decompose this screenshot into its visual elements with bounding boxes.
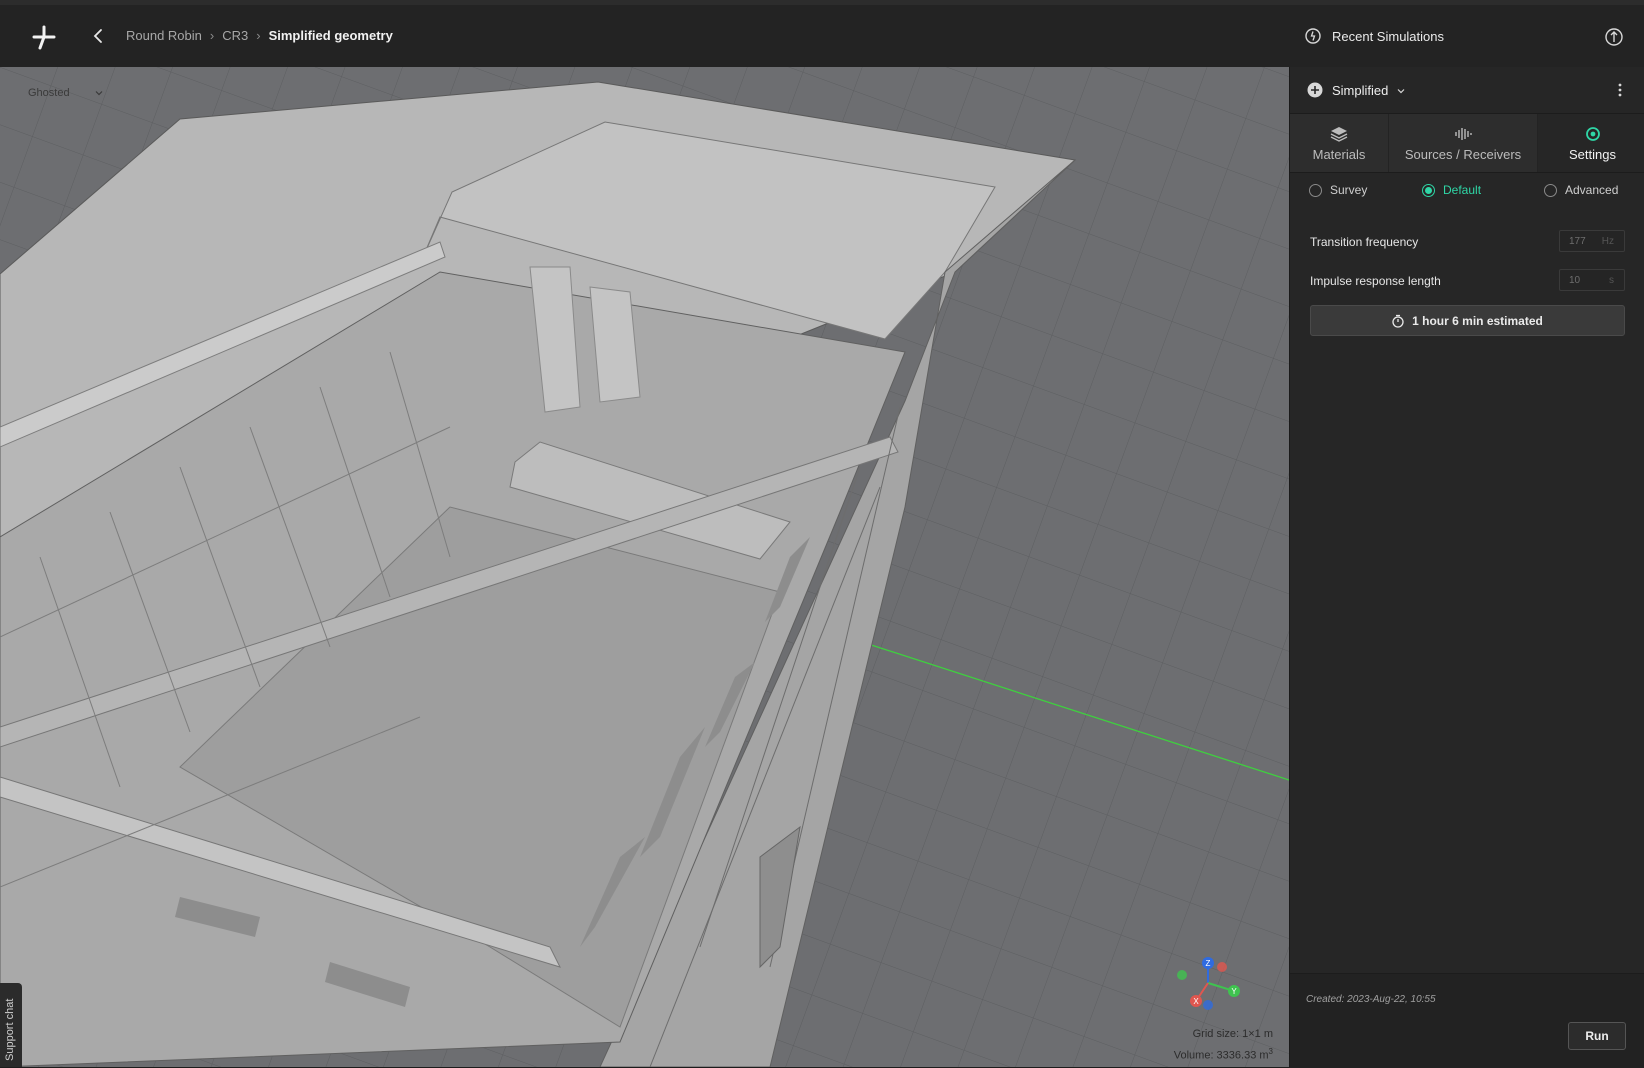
simulation-selector[interactable]: Simplified: [1332, 83, 1406, 98]
impulse-response-value: 10: [1569, 275, 1581, 286]
chevron-down-icon: [1397, 88, 1405, 93]
breadcrumb-separator: ›: [256, 28, 261, 43]
mode-advanced-label: Advanced: [1565, 183, 1619, 197]
transition-frequency-row: Transition frequency 177 Hz: [1310, 230, 1625, 254]
mode-survey-radio[interactable]: Survey: [1309, 183, 1367, 197]
render-mode-dropdown[interactable]: Ghosted: [28, 87, 104, 99]
tab-settings[interactable]: Settings: [1538, 114, 1644, 172]
grid-size-text: Grid size: 1×1 m: [1192, 1028, 1273, 1040]
axis-z-label: Z: [1206, 959, 1211, 968]
back-arrow-icon[interactable]: [88, 25, 110, 47]
panel-footer: Created: 2023-Aug-22, 10:55 Run: [1290, 973, 1644, 1068]
transition-frequency-input[interactable]: 177 Hz: [1559, 230, 1625, 252]
created-timestamp: Created: 2023-Aug-22, 10:55: [1306, 994, 1436, 1005]
axis-y-label: Y: [1231, 987, 1237, 996]
stopwatch-icon: [1392, 314, 1404, 328]
tab-sources-receivers[interactable]: Sources / Receivers: [1389, 114, 1538, 172]
add-simulation-icon[interactable]: [1307, 82, 1323, 98]
volume-text: Volume: 3336.33 m3: [1173, 1047, 1273, 1062]
app-logo-icon[interactable]: [30, 23, 58, 51]
mode-survey-label: Survey: [1330, 183, 1368, 197]
top-bar: Round Robin › CR3 › Simplified geometry …: [0, 5, 1644, 68]
simulation-name: Simplified: [1332, 83, 1389, 98]
impulse-response-label: Impulse response length: [1310, 274, 1441, 288]
chevron-down-icon: [95, 91, 103, 96]
history-icon: [1305, 28, 1321, 44]
breadcrumb-current: Simplified geometry: [268, 28, 393, 43]
simulation-tabs: Materials Sources / Receivers Settings: [1290, 114, 1644, 173]
recent-simulations-label: Recent Simulations: [1332, 28, 1444, 44]
recent-simulations-button[interactable]: Recent Simulations: [1304, 27, 1444, 45]
radio-dot: [1309, 183, 1322, 197]
breadcrumb-project[interactable]: Round Robin: [126, 28, 202, 43]
breadcrumb-model[interactable]: CR3: [222, 28, 248, 43]
tab-sources-receivers-label: Sources / Receivers: [1404, 147, 1522, 162]
more-options-icon[interactable]: [1612, 81, 1628, 99]
simulation-header: Simplified: [1290, 67, 1644, 114]
estimated-time-badge: 1 hour 6 min estimated: [1310, 305, 1625, 336]
axis-x-label: X: [1193, 997, 1199, 1006]
tab-settings-label: Settings: [1569, 147, 1616, 162]
simulation-mode-group: Survey Default Advanced: [1309, 183, 1629, 207]
mode-default-radio[interactable]: Default: [1422, 183, 1481, 197]
tab-materials[interactable]: Materials: [1290, 114, 1389, 172]
mode-default-label: Default: [1443, 183, 1482, 197]
layers-icon: [1330, 127, 1348, 142]
support-chat-tab[interactable]: Support chat: [0, 983, 22, 1067]
render-mode-label: Ghosted: [28, 87, 70, 99]
transition-frequency-value: 177: [1569, 236, 1586, 247]
3d-viewport[interactable]: Ghosted Z Y X Grid size: 1×1 m Volume: 3…: [0, 67, 1289, 1067]
info-icon[interactable]: [1604, 27, 1624, 47]
impulse-response-row: Impulse response length 10 s: [1310, 269, 1625, 293]
impulse-response-unit: s: [1609, 275, 1614, 286]
settings-icon: [1585, 127, 1600, 141]
breadcrumb-separator: ›: [209, 28, 215, 43]
radio-dot: [1544, 183, 1557, 197]
mode-advanced-radio[interactable]: Advanced: [1544, 183, 1618, 197]
support-chat-label: Support chat: [4, 998, 16, 1061]
axis-gizmo[interactable]: Z Y X: [1172, 955, 1244, 1015]
estimated-time-text: 1 hour 6 min estimated: [1412, 313, 1543, 328]
model-geometry[interactable]: [0, 67, 1289, 1067]
transition-frequency-unit: Hz: [1601, 236, 1614, 247]
waveform-icon: [1455, 128, 1472, 140]
transition-frequency-label: Transition frequency: [1310, 235, 1419, 249]
scene-info: Grid size: 1×1 m Volume: 3336.33 m3: [1174, 1025, 1273, 1065]
run-button[interactable]: Run: [1568, 1022, 1626, 1050]
impulse-response-input[interactable]: 10 s: [1559, 269, 1625, 291]
breadcrumb: Round Robin › CR3 › Simplified geometry: [126, 28, 393, 43]
simulation-panel: Simplified Materials Sources / Receivers: [1289, 67, 1644, 1068]
tab-materials-label: Materials: [1312, 147, 1366, 162]
radio-dot: [1422, 183, 1435, 197]
